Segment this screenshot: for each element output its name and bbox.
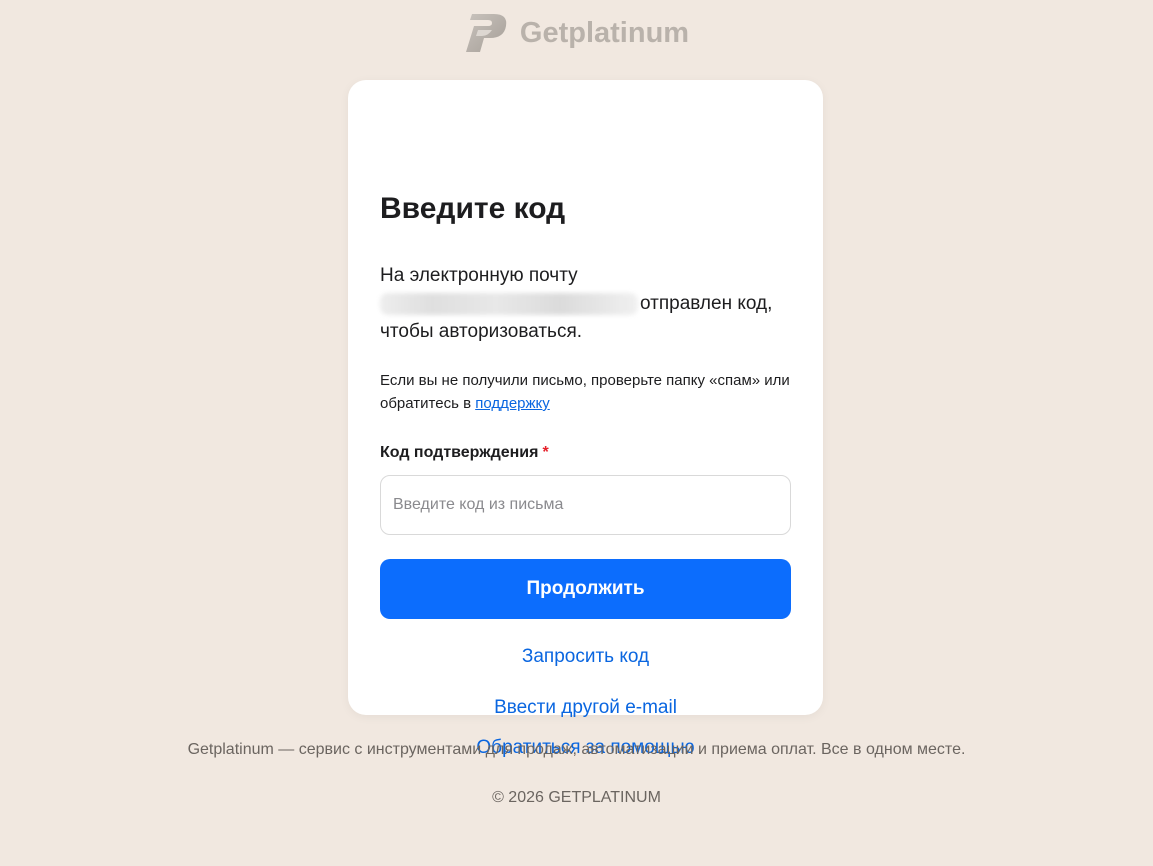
intro-sent-text: отправлен код, xyxy=(640,293,773,314)
change-email-link[interactable]: Ввести другой e-mail xyxy=(348,697,823,719)
spam-hint: Если вы не получили письмо, проверьте па… xyxy=(380,369,800,415)
support-link[interactable]: поддержку xyxy=(475,395,550,412)
continue-button[interactable]: Продолжить xyxy=(380,559,791,619)
intro-text: На электронную почту отправлен код, чтоб… xyxy=(380,262,800,346)
brand-name: Getplatinum xyxy=(519,16,690,49)
code-field-label: Код подтверждения * xyxy=(380,444,549,462)
intro-line-2: отправлен код, xyxy=(380,290,800,318)
brand-logo[interactable]: Getplatinum xyxy=(0,12,1153,54)
code-field-label-text: Код подтверждения xyxy=(380,444,539,461)
getplatinum-logo-icon xyxy=(465,14,507,52)
footer-description: Getplatinum — сервис с инструментами для… xyxy=(187,741,966,758)
request-code-link[interactable]: Запросить код xyxy=(348,646,823,668)
intro-line-3: чтобы авторизоваться. xyxy=(380,321,583,342)
auth-card: Введите код На электронную почту отправл… xyxy=(348,80,823,758)
page-title: Введите код xyxy=(380,192,566,225)
intro-line-1: На электронную почту xyxy=(380,265,578,286)
spam-hint-text: Если вы не получили письмо, проверьте па… xyxy=(380,372,790,412)
required-mark: * xyxy=(542,444,549,461)
blurred-email xyxy=(380,292,638,315)
footer-copyright: © 2026 GETPLATINUM xyxy=(492,789,661,806)
code-input[interactable] xyxy=(380,475,791,535)
login-code-page: Getplatinum Введите код На электронную п… xyxy=(0,0,1153,866)
